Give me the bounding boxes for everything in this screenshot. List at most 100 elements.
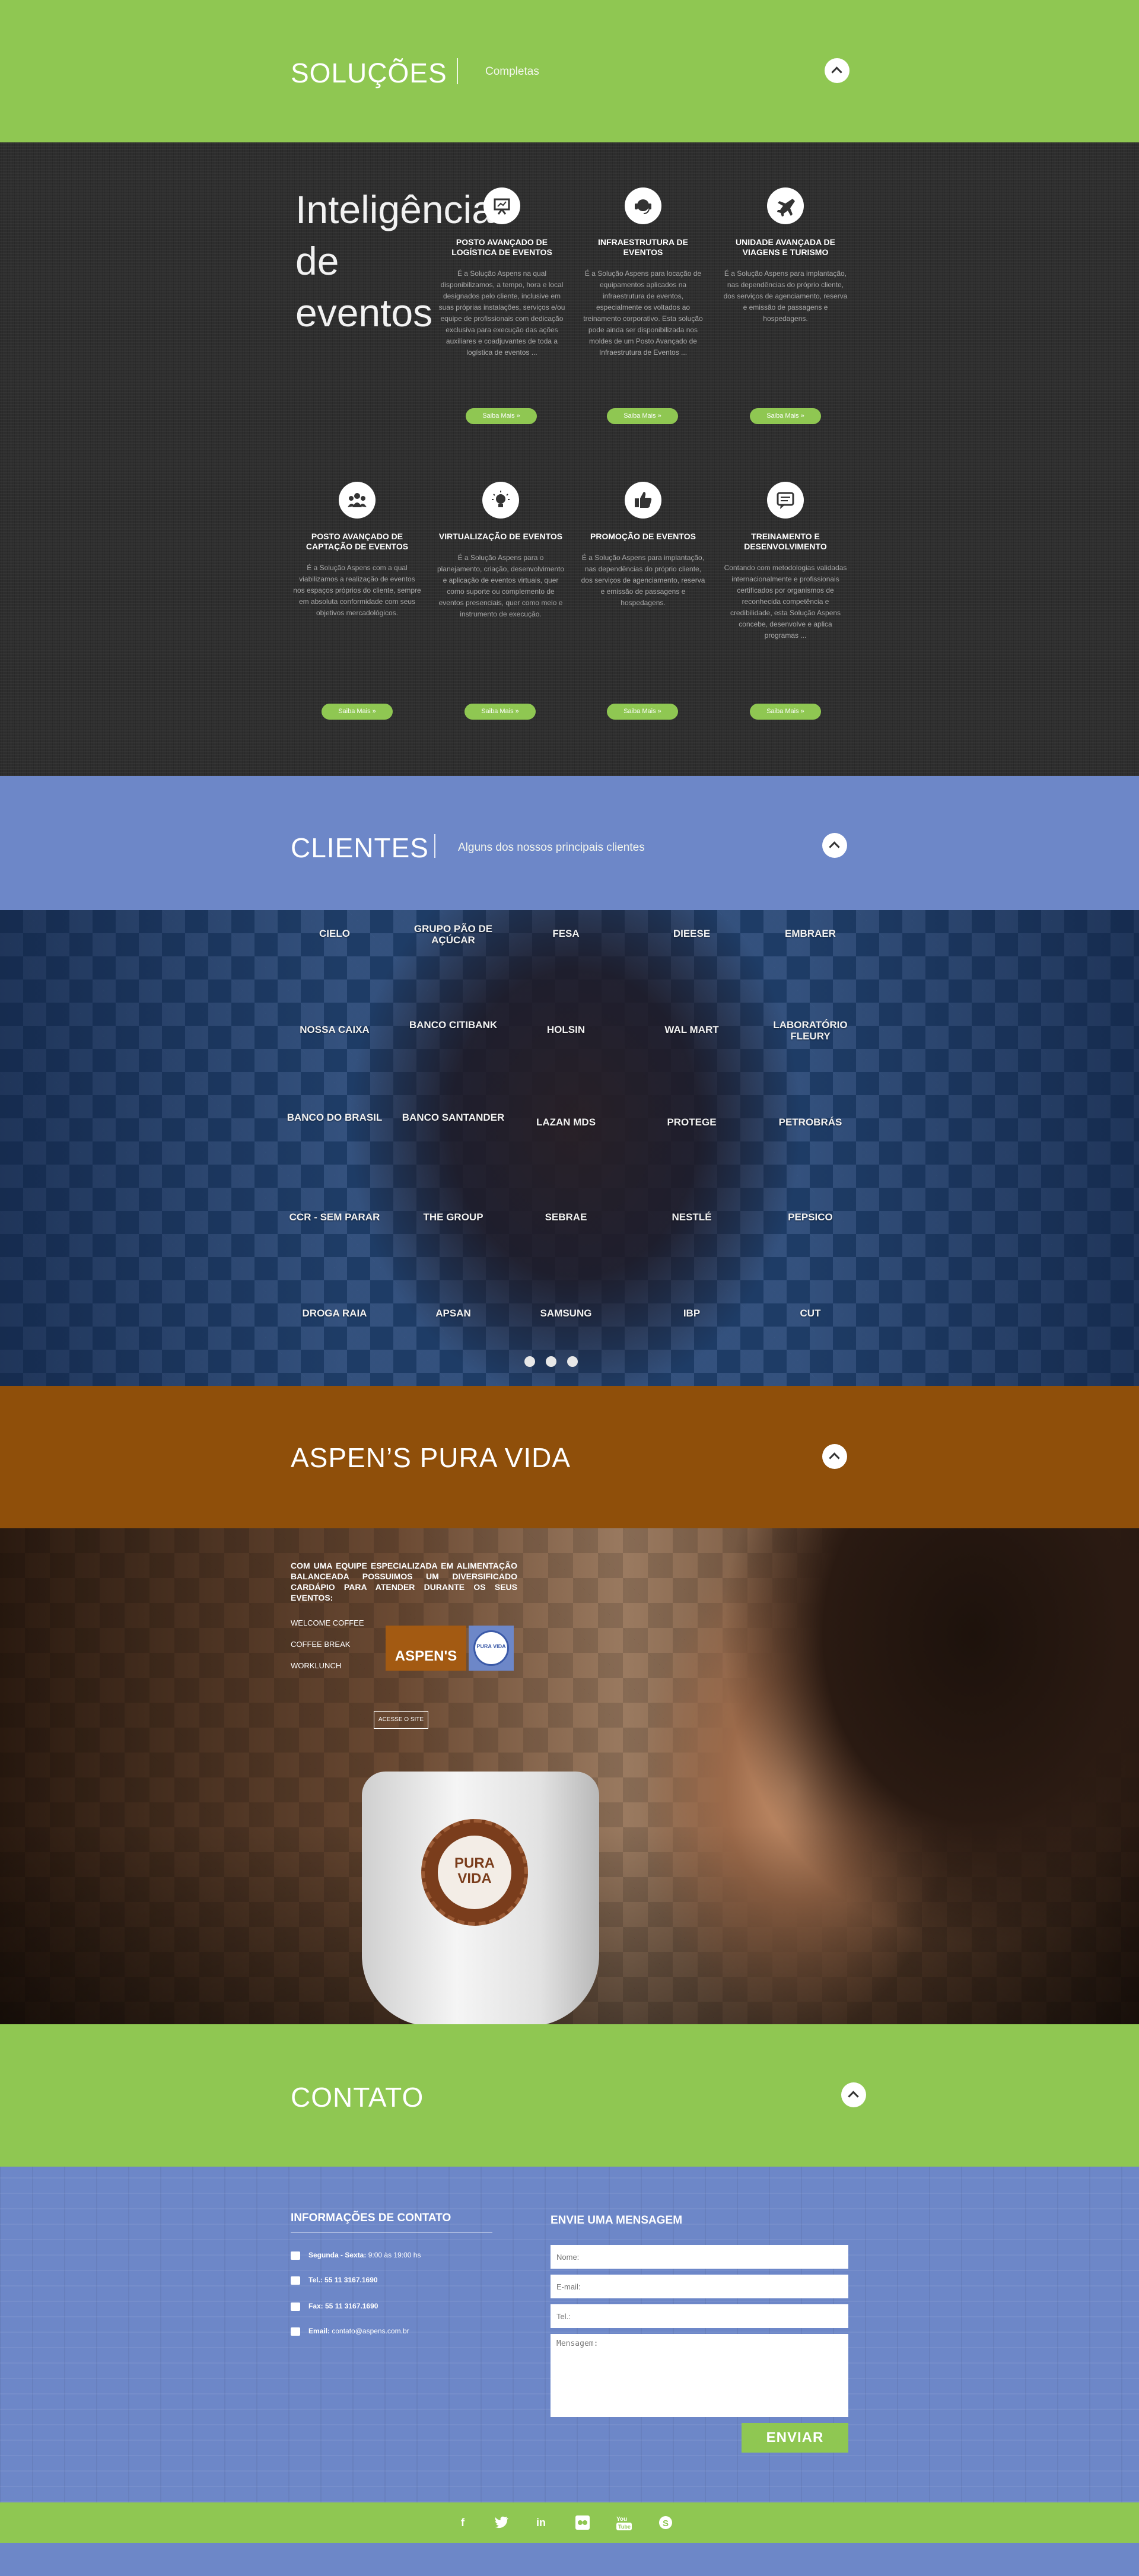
airplane-icon bbox=[767, 187, 804, 224]
saiba-mais-button[interactable]: Saiba Mais » bbox=[464, 704, 536, 720]
service-text: É a Solução Aspens com a qual viabilizam… bbox=[293, 564, 421, 617]
service-text: É a Solução Aspens na qual disponibiliza… bbox=[438, 269, 565, 357]
service-text: É a Solução Aspens para implantação, nas… bbox=[723, 269, 848, 323]
client-logo: PETROBRÁS bbox=[778, 1117, 842, 1128]
service-card: POSTO AVANÇADO DE CAPTAÇÃO DE EVENTOS É … bbox=[292, 482, 422, 619]
phone-field[interactable] bbox=[551, 2304, 848, 2328]
coffee-cup-image: PURA VIDA bbox=[362, 1772, 599, 2024]
aspens-logo: ASPEN'S bbox=[386, 1626, 466, 1671]
saiba-mais-button[interactable]: Saiba Mais » bbox=[607, 408, 678, 424]
client-logo: BANCO CITIBANK bbox=[409, 1019, 498, 1031]
service-title: POSTO AVANÇADO DE CAPTAÇÃO DE EVENTOS bbox=[306, 532, 409, 551]
collapse-button[interactable] bbox=[841, 2082, 866, 2107]
section-title: CONTATO bbox=[291, 2082, 424, 2113]
collapse-button[interactable] bbox=[822, 833, 847, 858]
svg-text:S: S bbox=[663, 2518, 669, 2529]
client-logo: SEBRAE bbox=[545, 1211, 587, 1223]
phone-icon bbox=[291, 2276, 300, 2285]
client-logo: DIEESE bbox=[673, 928, 711, 939]
client-logo: APSAN bbox=[435, 1308, 471, 1319]
carousel-dot[interactable] bbox=[524, 1356, 535, 1367]
service-title: PROMOÇÃO DE EVENTOS bbox=[590, 532, 696, 541]
client-logo: WAL MART bbox=[664, 1024, 719, 1035]
service-title: VIRTUALIZAÇÃO DE EVENTOS bbox=[438, 532, 563, 541]
client-logo: BANCO DO BRASIL bbox=[287, 1112, 383, 1123]
puravida-logo: PURA VIDA bbox=[469, 1626, 514, 1671]
client-logo: SAMSUNG bbox=[540, 1308, 592, 1319]
service-title: TREINAMENTO E DESENVOLVIMENTO bbox=[744, 532, 827, 551]
service-text: É a Solução Aspens para o planejamento, … bbox=[437, 554, 565, 618]
service-text: Contando com metodologias validadas inte… bbox=[724, 564, 847, 640]
clientes-body: CIELO GRUPO PÃO DE AÇÚCAR FESA DIEESE EM… bbox=[0, 910, 1139, 1386]
saiba-mais-button[interactable]: Saiba Mais » bbox=[466, 408, 537, 424]
service-card: TREINAMENTO E DESENVOLVIMENTO Contando c… bbox=[720, 482, 851, 641]
chevron-up-icon bbox=[829, 1452, 840, 1464]
email-field[interactable] bbox=[551, 2275, 848, 2298]
chevron-up-icon bbox=[848, 2091, 859, 2102]
send-button[interactable]: ENVIAR bbox=[742, 2423, 848, 2453]
chevron-up-icon bbox=[829, 841, 840, 853]
contact-fax: Fax: 55 11 3167.1690 bbox=[291, 2302, 378, 2311]
saiba-mais-button[interactable]: Saiba Mais » bbox=[750, 704, 821, 720]
twitter-icon[interactable] bbox=[494, 2514, 510, 2531]
service-text: É a Solução Aspens para locação de equip… bbox=[583, 269, 703, 357]
service-card: INFRAESTRUTURA DE EVENTOS É a Solução As… bbox=[578, 187, 708, 358]
thumbs-up-icon bbox=[625, 482, 661, 519]
service-card: UNIDADE AVANÇADA DE VIAGENS E TURISMO É … bbox=[720, 187, 851, 325]
saiba-mais-button[interactable]: Saiba Mais » bbox=[322, 704, 393, 720]
solucoes-body: Inteligência de eventos POSTO AVANÇADO D… bbox=[0, 142, 1139, 776]
client-logo: CIELO bbox=[319, 928, 350, 939]
chat-bubble-icon bbox=[767, 482, 804, 519]
skype-icon[interactable]: S bbox=[657, 2514, 674, 2531]
client-logo: IBP bbox=[683, 1308, 701, 1319]
collapse-button[interactable] bbox=[822, 1444, 847, 1469]
footer-social-bar: f in You Tube S bbox=[0, 2502, 1139, 2543]
youtube-icon[interactable]: You Tube bbox=[616, 2514, 632, 2531]
carousel-dot[interactable] bbox=[546, 1356, 556, 1367]
svg-text:Tube: Tube bbox=[618, 2524, 631, 2530]
contact-phone: Tel.: 55 11 3167.1690 bbox=[291, 2276, 378, 2285]
puravida-header: ASPEN’S PURA VIDA bbox=[0, 1386, 1139, 1528]
service-card: PROMOÇÃO DE EVENTOS É a Solução Aspens p… bbox=[578, 482, 708, 609]
footer-bottom bbox=[0, 2543, 1139, 2576]
menu-item: WORKLUNCH bbox=[291, 1661, 342, 1670]
menu-item: COFFEE BREAK bbox=[291, 1640, 351, 1649]
name-field[interactable] bbox=[551, 2245, 848, 2269]
section-title: ASPEN’S PURA VIDA bbox=[291, 1442, 571, 1473]
client-logo: CCR - SEM PARAR bbox=[289, 1211, 380, 1223]
contact-hours: Segunda - Sexta: 9:00 às 19:00 hs bbox=[291, 2251, 421, 2260]
facebook-icon[interactable]: f bbox=[454, 2514, 471, 2531]
linkedin-icon[interactable]: in bbox=[533, 2514, 549, 2531]
client-logo: DROGA RAIA bbox=[302, 1308, 367, 1319]
solucoes-header: SOLUÇÕES Completas bbox=[0, 0, 1139, 142]
headset-icon bbox=[625, 187, 661, 224]
client-logo: EMBRAER bbox=[785, 928, 836, 939]
email-icon bbox=[291, 2327, 300, 2336]
fax-icon bbox=[291, 2302, 300, 2311]
service-title: POSTO AVANÇADO DE LOGÍSTICA DE EVENTOS bbox=[451, 237, 552, 257]
service-card: POSTO AVANÇADO DE LOGÍSTICA DE EVENTOS É… bbox=[437, 187, 567, 358]
flickr-icon[interactable] bbox=[574, 2514, 591, 2531]
client-logo: PROTEGE bbox=[667, 1117, 717, 1128]
section-subtitle: Completas bbox=[485, 65, 539, 78]
calendar-icon bbox=[291, 2251, 300, 2260]
contact-email: Email: contato@aspens.com.br bbox=[291, 2327, 409, 2336]
carousel-dot[interactable] bbox=[567, 1356, 578, 1367]
saiba-mais-button[interactable]: Saiba Mais » bbox=[607, 704, 678, 720]
svg-text:You: You bbox=[616, 2516, 627, 2523]
contato-body: INFORMAÇÕES DE CONTATO Segunda - Sexta: … bbox=[0, 2167, 1139, 2502]
section-title: SOLUÇÕES bbox=[291, 58, 447, 88]
carousel-pagination bbox=[524, 1356, 588, 1370]
client-logo: NOSSA CAIXA bbox=[300, 1024, 370, 1035]
contact-info-title: INFORMAÇÕES DE CONTATO bbox=[291, 2212, 451, 2224]
service-text: É a Solução Aspens para implantação, nas… bbox=[581, 554, 705, 607]
service-title: UNIDADE AVANÇADA DE VIAGENS E TURISMO bbox=[736, 237, 835, 257]
collapse-button[interactable] bbox=[825, 58, 850, 83]
access-site-button[interactable]: ACESSE O SITE bbox=[374, 1711, 428, 1729]
message-field[interactable] bbox=[551, 2334, 848, 2417]
client-logo: GRUPO PÃO DE AÇÚCAR bbox=[413, 923, 493, 946]
client-logo: THE GROUP bbox=[423, 1211, 483, 1223]
puravida-intro: COM UMA EQUIPE ESPECIALIZADA EM ALIMENTA… bbox=[291, 1561, 517, 1602]
puravida-body: COM UMA EQUIPE ESPECIALIZADA EM ALIMENTA… bbox=[0, 1528, 1139, 2024]
saiba-mais-button[interactable]: Saiba Mais » bbox=[750, 408, 821, 424]
